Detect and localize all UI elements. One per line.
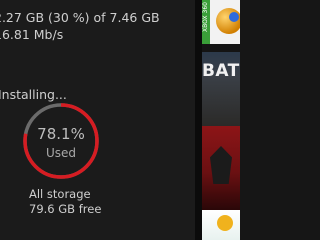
- game-tile-1[interactable]: XBOX 360: [202, 0, 240, 44]
- storage-used-percent: 78.1%: [37, 125, 85, 143]
- game-tile-3[interactable]: [202, 126, 240, 210]
- game-tile-2[interactable]: BATTLE: [202, 44, 240, 126]
- xbox-360-badge: XBOX 360: [202, 0, 210, 44]
- ring-center: 78.1% Used: [21, 101, 101, 181]
- game-tile-4[interactable]: [202, 210, 240, 240]
- panel-divider: [195, 0, 202, 240]
- cover-top-strip: [202, 44, 240, 52]
- screen: 2.27 GB (30 %) of 7.46 GB 16.81 Mb/s Ins…: [0, 0, 240, 240]
- xbox-360-badge-text: XBOX 360: [202, 2, 209, 32]
- game-cover-art-icon: [229, 12, 239, 22]
- storage-free-text: 79.6 GB free: [29, 202, 102, 216]
- install-status-text: Installing...: [0, 87, 67, 102]
- install-progress-panel: 2.27 GB (30 %) of 7.46 GB 16.81 Mb/s Ins…: [0, 0, 195, 240]
- download-speed-text: 16.81 Mb/s: [0, 27, 64, 42]
- game-tile-title: BATTLE: [202, 61, 240, 81]
- storage-used-label: Used: [45, 146, 77, 160]
- download-progress-text: 2.27 GB (30 %) of 7.46 GB: [0, 10, 160, 25]
- storage-title: All storage: [29, 187, 91, 201]
- game-cover-background: [202, 44, 240, 126]
- storage-usage-ring: 78.1% Used: [21, 101, 101, 181]
- game-cover-art-icon: [217, 215, 233, 231]
